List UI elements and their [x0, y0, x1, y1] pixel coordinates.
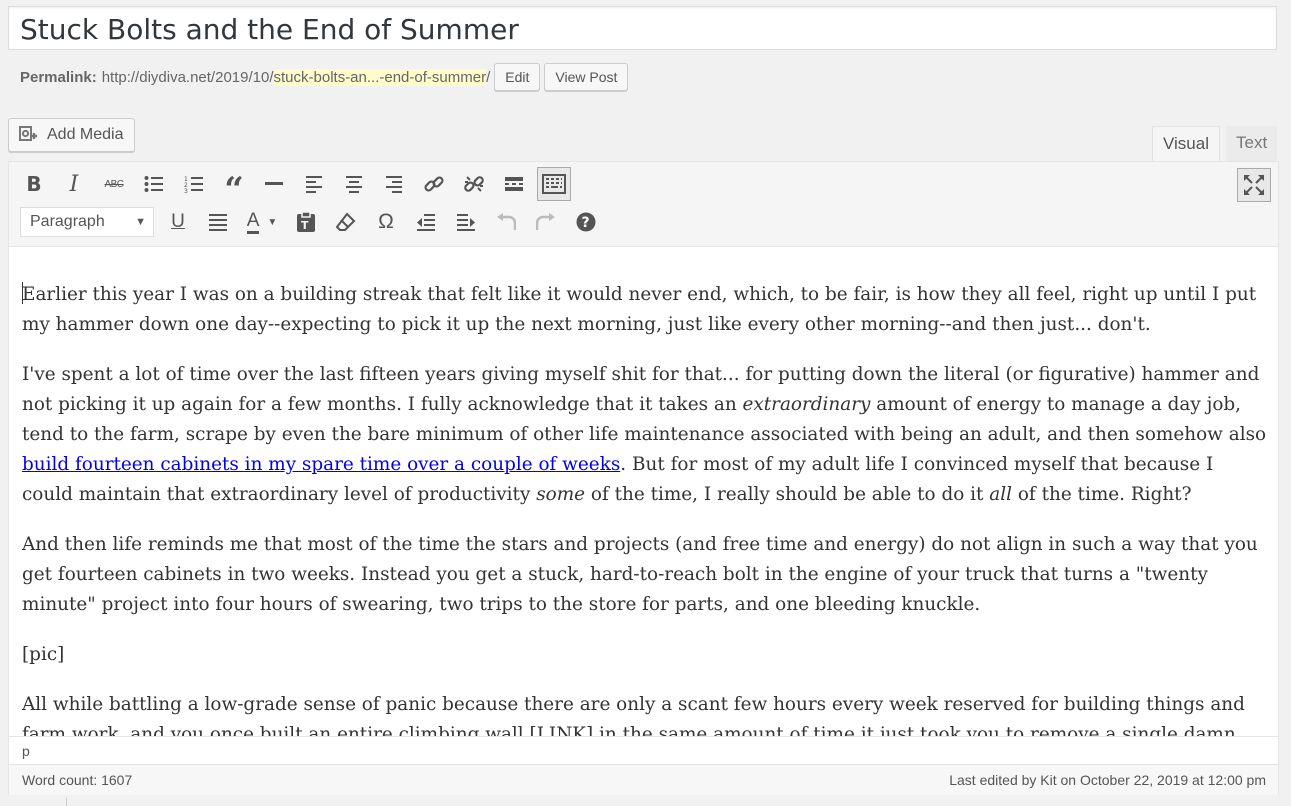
paragraph: All while battling a low-grade sense of …: [22, 694, 1245, 736]
remove-link-icon[interactable]: [454, 167, 494, 201]
cabinets-link[interactable]: build fourteen cabinets in my spare time…: [22, 454, 620, 475]
svg-text:?: ?: [582, 215, 590, 231]
insert-link-icon[interactable]: [414, 167, 454, 201]
format-select[interactable]: Paragraph ▼: [20, 207, 154, 237]
paragraph: Earlier this year I was on a building st…: [22, 282, 1257, 335]
bulleted-list-icon[interactable]: [134, 167, 174, 201]
add-media-label: Add Media: [47, 126, 124, 143]
permalink-label: Permalink:: [20, 68, 97, 86]
editor-status-bar: Word count: 1607 Last edited by Kit on O…: [9, 764, 1278, 795]
toolbar-row-1: B I ABC 123 “: [14, 167, 574, 207]
redo-icon[interactable]: [526, 205, 566, 239]
underline-icon[interactable]: U: [158, 205, 198, 239]
editor: B I ABC 123 “ Paragraph ▼ U A ▼ T Ω ? Ea…: [8, 161, 1279, 795]
paragraph: [pic]: [22, 644, 65, 665]
clear-formatting-icon[interactable]: [326, 205, 366, 239]
tab-text[interactable]: Text: [1226, 126, 1278, 162]
paragraph: And then life reminds me that most of th…: [22, 534, 1258, 615]
add-media-button[interactable]: Add Media: [8, 118, 135, 152]
increase-indent-icon[interactable]: [446, 205, 486, 239]
post-title-text: Stuck Bolts and the End of Summer: [20, 13, 519, 46]
undo-icon[interactable]: [486, 205, 526, 239]
fullscreen-icon[interactable]: [1237, 168, 1271, 202]
word-count: Word count: 1607: [22, 772, 133, 788]
italic-icon[interactable]: I: [54, 167, 94, 201]
align-right-icon[interactable]: [374, 167, 414, 201]
add-media-icon: [19, 126, 37, 141]
element-path-bar: p: [9, 736, 1278, 765]
decrease-indent-icon[interactable]: [406, 205, 446, 239]
toolbar-toggle-icon[interactable]: [537, 167, 571, 201]
svg-text:T: T: [301, 219, 309, 232]
editor-content[interactable]: Earlier this year I was on a building st…: [22, 280, 1267, 736]
permalink-slug[interactable]: stuck-bolts-an...-end-of-summer: [273, 68, 487, 86]
numbered-list-icon[interactable]: 123: [174, 167, 214, 201]
edit-permalink-button[interactable]: Edit: [494, 63, 541, 91]
align-center-icon[interactable]: [334, 167, 374, 201]
help-icon[interactable]: ?: [566, 205, 606, 239]
permalink-row: Permalink: http://diydiva.net/2019/10/st…: [20, 63, 629, 91]
resize-handle[interactable]: [66, 798, 67, 806]
editor-toolbar: B I ABC 123 “ Paragraph ▼ U A ▼ T Ω ?: [9, 162, 1278, 247]
chevron-down-icon: ▼: [135, 216, 146, 228]
blockquote-icon[interactable]: “: [214, 167, 254, 207]
toolbar-row-2: Paragraph ▼ U A ▼ T Ω ?: [14, 205, 606, 239]
element-path[interactable]: p: [22, 743, 30, 759]
align-left-icon[interactable]: [294, 167, 334, 201]
justify-icon[interactable]: [198, 205, 238, 239]
view-post-button[interactable]: View Post: [544, 63, 629, 91]
horizontal-line-icon[interactable]: [254, 167, 294, 201]
paragraph: I've spent a lot of time over the last f…: [22, 364, 1267, 505]
tab-visual[interactable]: Visual: [1152, 126, 1220, 162]
strikethrough-icon[interactable]: ABC: [94, 167, 134, 201]
last-edited: Last edited by Kit on October 22, 2019 a…: [949, 772, 1266, 788]
svg-text:3: 3: [184, 188, 188, 193]
read-more-icon[interactable]: [494, 167, 534, 201]
format-select-value: Paragraph: [30, 213, 105, 230]
permalink-trail: /: [486, 68, 491, 86]
permalink-base: http://diydiva.net/2019/10/: [101, 68, 274, 86]
text-color-icon[interactable]: A ▼: [238, 205, 286, 239]
bold-icon[interactable]: B: [14, 167, 54, 201]
post-title-input[interactable]: Stuck Bolts and the End of Summer: [8, 6, 1277, 50]
paste-as-text-icon[interactable]: T: [286, 205, 326, 239]
special-character-icon[interactable]: Ω: [366, 205, 406, 239]
